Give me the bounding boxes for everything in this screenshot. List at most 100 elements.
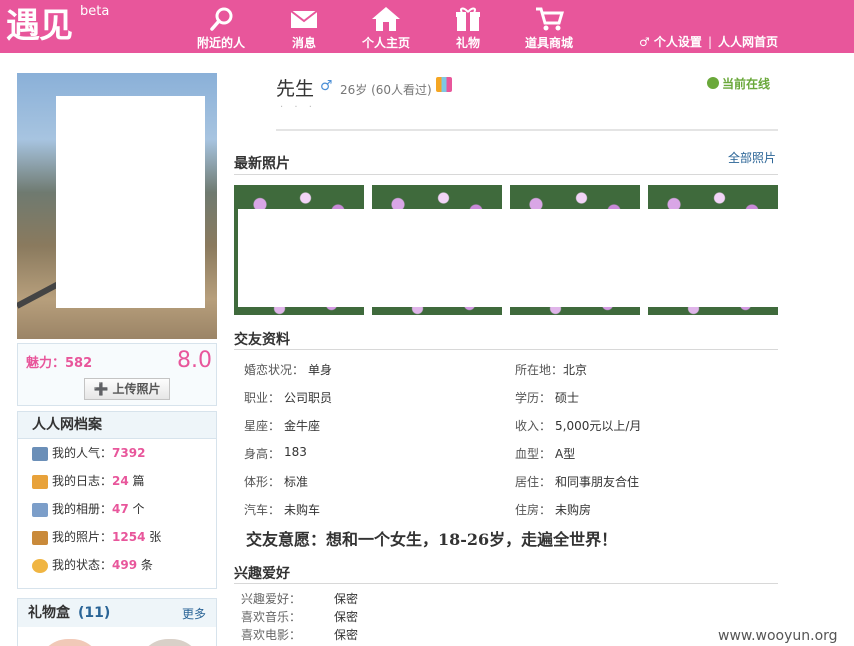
info-label-body: 体形：	[244, 475, 281, 489]
info-label-zodiac: 星座：	[244, 419, 281, 433]
hobby-label: 喜欢音乐：	[241, 610, 302, 624]
photo-redaction	[372, 209, 502, 307]
nav-label: 附近的人	[196, 36, 245, 50]
personal-settings-link[interactable]: ♂ 个人设置	[639, 35, 702, 49]
info-label-blood: 血型：	[515, 447, 552, 461]
nav-messages[interactable]: 消息	[282, 0, 326, 53]
archive-row-photos[interactable]: 我的照片：1254 张	[18, 523, 216, 551]
speech-bubble-icon	[32, 558, 48, 573]
info-value-education: 硕士	[555, 391, 580, 405]
hobby-value: 保密	[334, 628, 359, 642]
archive-number: 1254	[112, 530, 146, 544]
charm-label: 魅力：582	[26, 356, 93, 371]
nav-label: 消息	[291, 36, 316, 50]
info-label-income: 收入：	[515, 419, 552, 433]
hobby-value: 保密	[334, 610, 359, 624]
latest-photos-title: 最新照片	[234, 156, 290, 172]
divider: |	[707, 35, 712, 49]
charm-box: 魅力：582 8.0 ➕ 上传照片	[17, 343, 217, 406]
search-icon	[206, 6, 236, 32]
info-value-housing: 未购房	[555, 503, 592, 517]
archive-number: 47	[112, 502, 129, 516]
nav-nearby-people[interactable]: 附近的人	[190, 0, 252, 53]
hobbies-title: 兴趣爱好	[234, 566, 290, 582]
gift-thumb[interactable]	[138, 639, 202, 646]
nav-gifts[interactable]: 礼物	[450, 0, 486, 53]
info-value-height: 183	[284, 445, 307, 459]
nav-item-shop[interactable]: 道具商城	[520, 0, 578, 53]
info-label-job: 职业：	[244, 391, 281, 405]
all-photos-link[interactable]: 全部照片	[728, 149, 776, 166]
nav-label: 道具商城	[524, 36, 573, 50]
photo-thumb-3[interactable]	[510, 185, 640, 315]
archive-label: 我的人气：	[52, 446, 113, 460]
archive-unit: 个	[128, 502, 145, 516]
gift-icon	[453, 6, 483, 32]
photo-redaction	[56, 96, 205, 308]
upload-photo-button[interactable]: ➕ 上传照片	[84, 378, 170, 400]
cart-icon	[534, 6, 565, 32]
giftbox-more-link[interactable]: 更多	[182, 605, 206, 622]
photo-redaction	[648, 209, 778, 307]
photo-redaction	[238, 209, 364, 307]
nav-my-home[interactable]: 个人主页	[356, 0, 416, 53]
archive-label: 我的状态：	[52, 558, 113, 572]
hobby-value: 保密	[334, 592, 359, 606]
photo-thumb-1[interactable]	[234, 185, 364, 315]
age-views: 26岁 (60人看过)	[340, 83, 432, 97]
archive-row-albums[interactable]: 我的相册：47 个	[18, 495, 216, 523]
site-logo[interactable]: 遇见	[6, 6, 73, 46]
profile-name: 先生	[276, 78, 315, 100]
hobby-label: 喜欢电影：	[241, 628, 302, 642]
divider	[234, 583, 778, 584]
photo-redaction	[510, 209, 640, 307]
archive-label: 我的照片：	[52, 530, 113, 544]
giftbox-count: (11)	[78, 605, 111, 621]
info-value-blood: A型	[555, 447, 576, 461]
hobby-label: 兴趣爱好：	[241, 592, 302, 606]
gift-thumb[interactable]	[38, 639, 102, 646]
info-label-housing: 住房：	[515, 503, 552, 517]
info-value-body: 标准	[284, 475, 309, 489]
nav-label: 礼物	[455, 36, 480, 50]
online-icon	[707, 77, 719, 89]
top-bar: 遇见 beta 附近的人 消息 个人主页 礼物 道具商城 ♂ 个人设置 | 人人网首…	[0, 0, 854, 53]
archive-label: 我的日志：	[52, 474, 113, 488]
photo-thumb-2[interactable]	[372, 185, 502, 315]
info-value-location: 北京	[563, 363, 588, 377]
home-icon	[371, 6, 401, 32]
info-label-car: 汽车：	[244, 503, 281, 517]
archive-row-status[interactable]: 我的状态：499 条	[18, 551, 216, 579]
archive-unit: 张	[145, 530, 162, 544]
dating-wish: 交友意愿：想和一个女生，18-26岁，走遍全世界！	[246, 530, 618, 549]
profile-photo[interactable]	[17, 73, 217, 339]
divider	[234, 174, 778, 175]
archive-number: 7392	[112, 446, 146, 460]
archive-row-blog[interactable]: 我的日志：24 篇	[18, 467, 216, 495]
gift-badge-icon[interactable]	[436, 77, 452, 92]
dating-info-title: 交友资料	[234, 332, 290, 348]
archive-number: 499	[112, 558, 138, 572]
info-value-residence: 和同事朋友合住	[555, 475, 640, 489]
archive-title: 人人网档案	[18, 412, 216, 439]
nav-label: 个人主页	[361, 36, 410, 50]
male-icon: ♂	[320, 78, 333, 94]
mail-icon	[289, 6, 319, 32]
pencil-icon	[32, 474, 48, 489]
renren-home-link[interactable]: 人人网首页	[718, 35, 778, 49]
divider	[234, 349, 778, 350]
info-value-job: 公司职员	[284, 391, 333, 405]
watermark: www.wooyun.org	[718, 628, 838, 644]
top-right-links: ♂ 个人设置 | 人人网首页	[639, 33, 778, 50]
charm-score: 8.0	[177, 348, 212, 373]
beta-tag: beta	[80, 4, 110, 19]
info-value-marital: 单身	[308, 363, 333, 377]
info-label-residence: 居住：	[515, 475, 552, 489]
archive-row-popularity[interactable]: 我的人气：7392	[18, 439, 216, 467]
giftbox-title-text: 礼物盒	[28, 605, 70, 621]
divider	[276, 129, 778, 131]
archive-number: 24	[112, 474, 129, 488]
archive-label: 我的相册：	[52, 502, 113, 516]
photo-thumb-4[interactable]	[648, 185, 778, 315]
online-status: 当前在线	[707, 75, 770, 92]
